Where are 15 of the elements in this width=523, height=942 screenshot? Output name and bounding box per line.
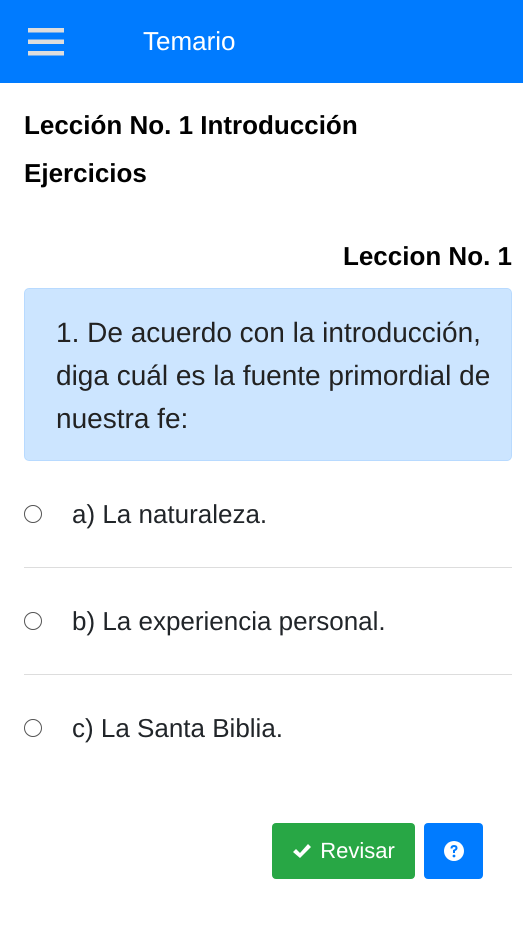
answer-option[interactable]: a) La naturaleza. bbox=[24, 485, 512, 543]
answer-option[interactable]: b) La experiencia personal. bbox=[24, 592, 512, 650]
help-icon bbox=[442, 840, 464, 862]
help-button[interactable] bbox=[424, 823, 483, 879]
lesson-label: Leccion No. 1 bbox=[342, 241, 512, 272]
menu-icon[interactable] bbox=[28, 28, 64, 56]
radio-button[interactable] bbox=[24, 505, 42, 523]
answer-option[interactable]: c) La Santa Biblia. bbox=[24, 699, 512, 757]
lesson-title: Lección No. 1 Introducción bbox=[24, 109, 359, 142]
radio-button[interactable] bbox=[24, 612, 42, 630]
radio-button[interactable] bbox=[24, 719, 42, 737]
section-title: Ejercicios bbox=[24, 157, 148, 190]
question-text: 1. De acuerdo con la introducción, diga cuál es la fuente primordial de nuestra fe: bbox=[56, 317, 490, 434]
app-title: Temario bbox=[143, 26, 236, 57]
checkmark-icon bbox=[292, 842, 312, 860]
